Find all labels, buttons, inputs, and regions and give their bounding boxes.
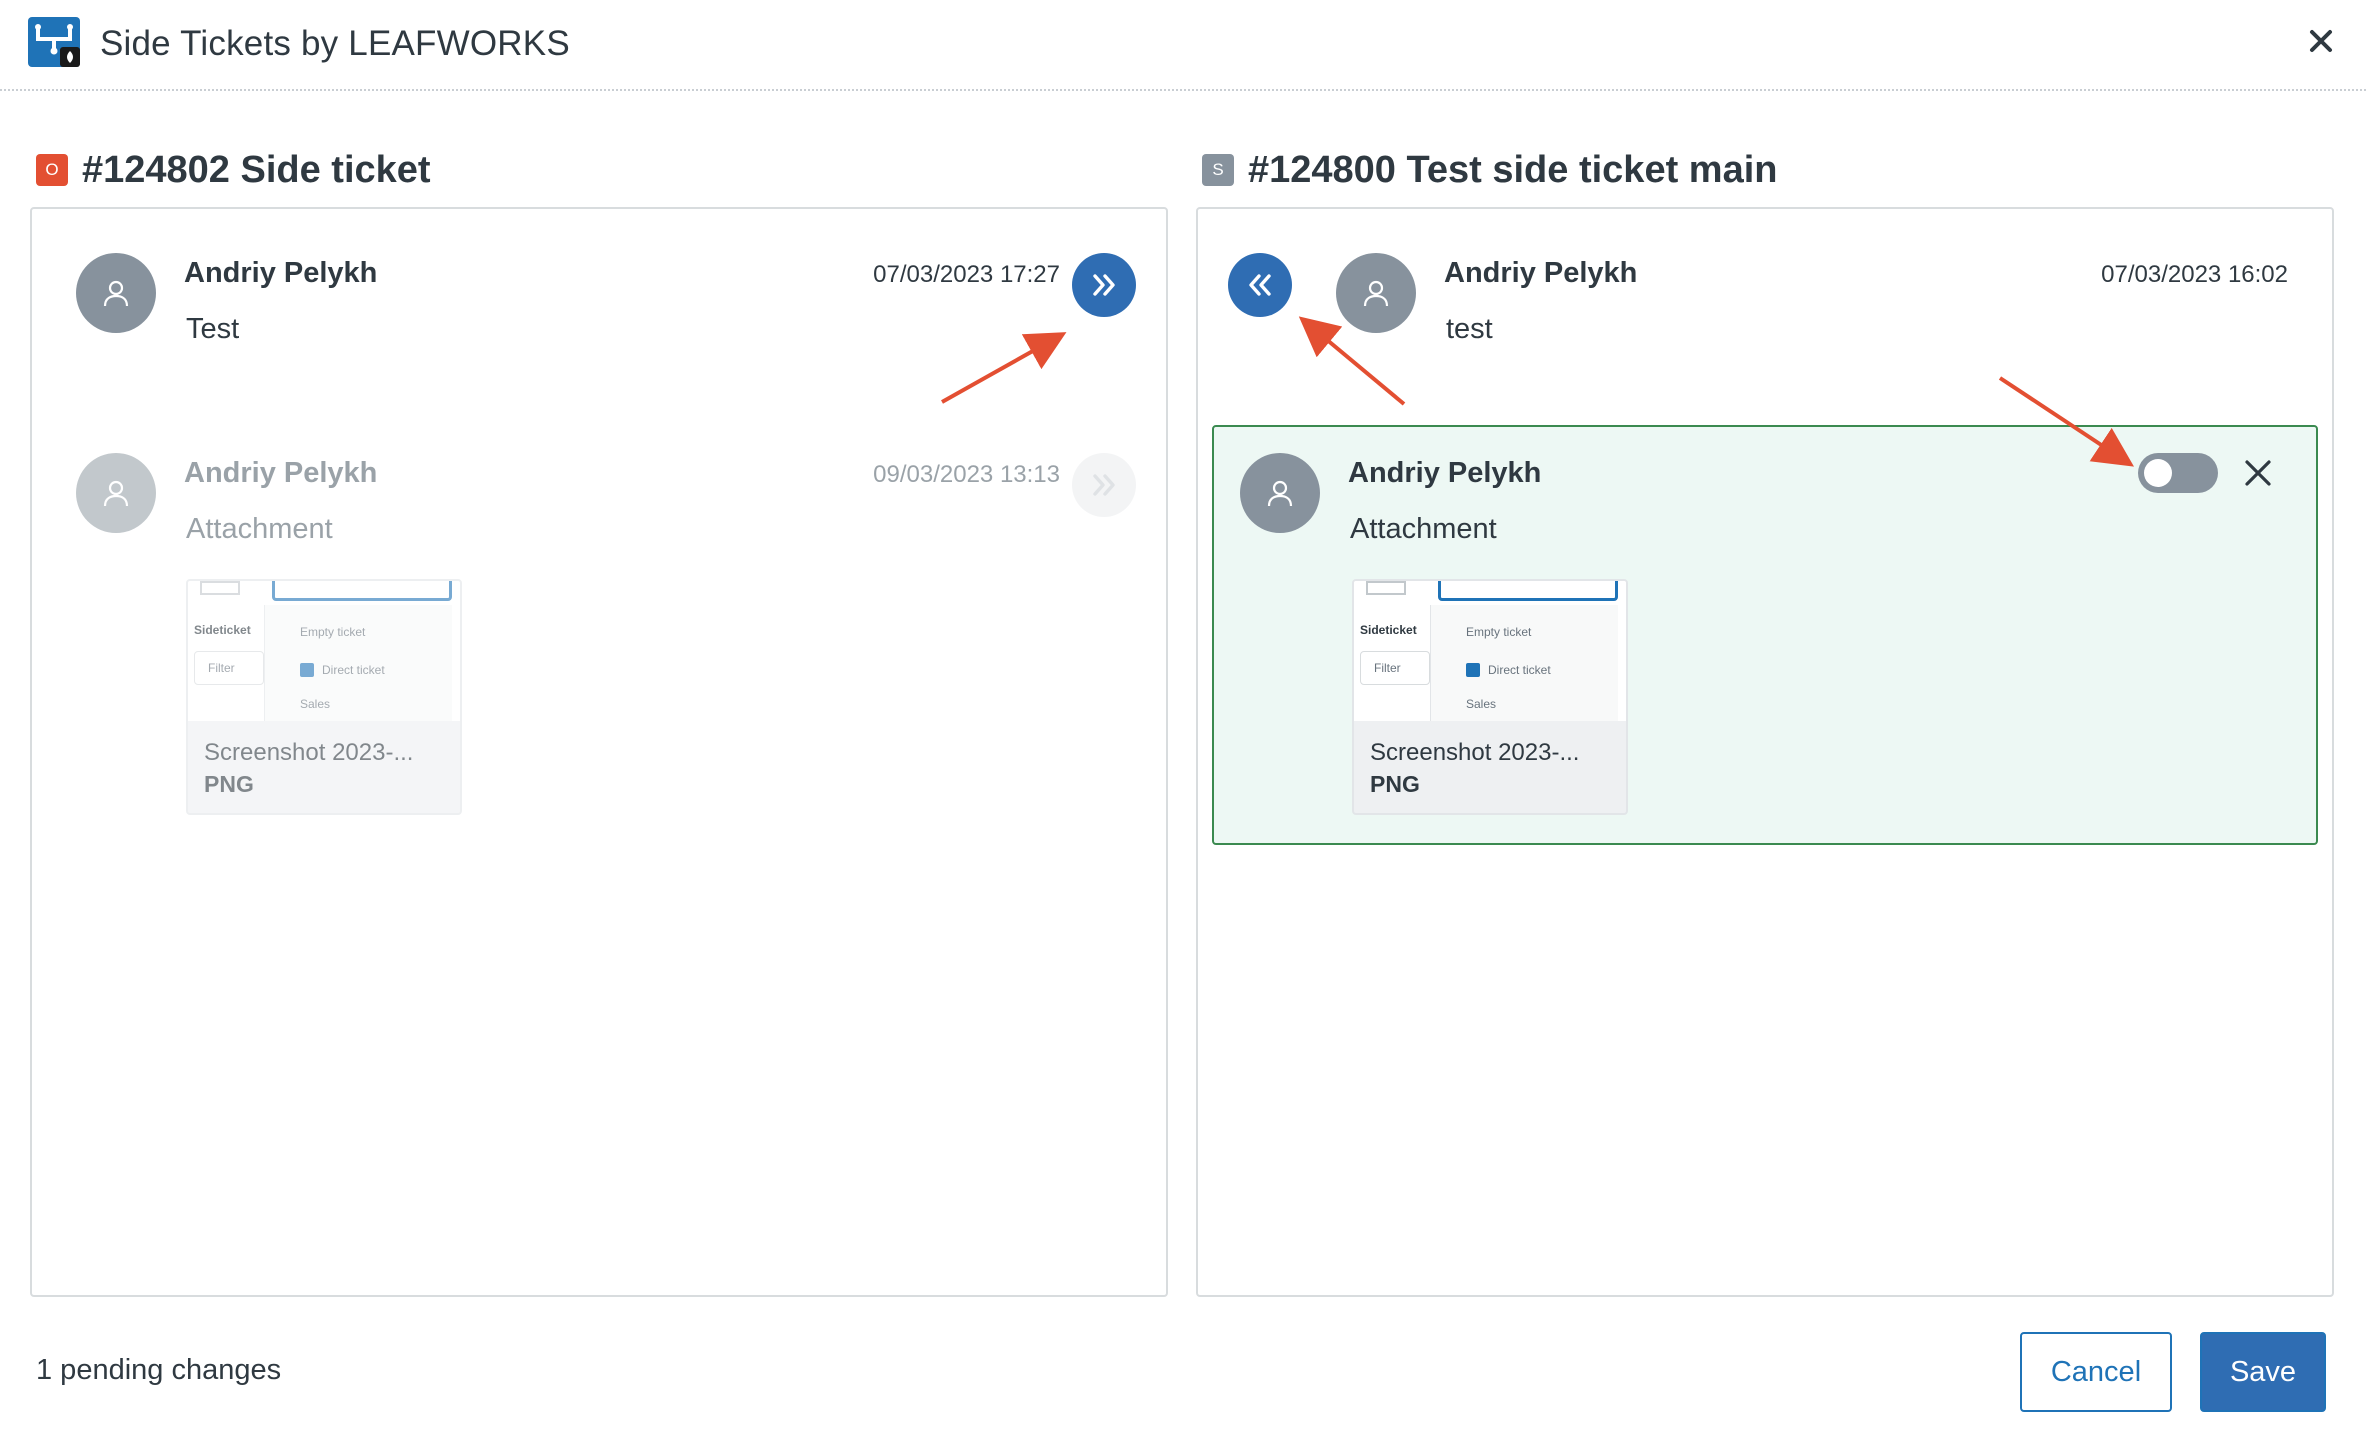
modal-header: Side Tickets by LEAFWORKS [0,0,2366,91]
comment-body: Test [186,313,240,345]
close-icon [2310,30,2332,52]
toggle-knob [2144,459,2172,487]
comment-timestamp: 09/03/2023 13:13 [873,461,1060,488]
user-icon [103,280,129,307]
public-private-toggle[interactable] [2138,453,2218,493]
comment-timestamp: 07/03/2023 16:02 [2101,261,2288,288]
attachment-name: Screenshot 2023-... [1370,739,1580,766]
comment-author: Andriy Pelykh [1444,257,1638,289]
left-ticket-title[interactable]: #124802 Side ticket [82,149,431,192]
attachment-thumbnail: Sideticket Filter Empty ticket Direct ti… [1354,581,1626,721]
move-to-main-button-disabled [1072,453,1136,517]
cancel-button[interactable]: Cancel [2020,1332,2172,1412]
close-icon [2245,460,2271,486]
attachment-type: PNG [1370,771,1420,797]
comment-author: Andriy Pelykh [184,257,378,289]
user-icon [1363,280,1389,307]
right-ticket-comments: Andriy Pelykh 07/03/2023 16:02 test Andr… [1196,207,2334,1297]
attachment-card[interactable]: Sideticket Filter Empty ticket Direct ti… [1352,579,1628,815]
pending-changes-text: 1 pending changes [36,1354,282,1386]
app-logo [28,17,80,67]
avatar [1240,453,1320,533]
moved-comment-highlight: Andriy Pelykh Attachment Sideticket Filt… [1212,425,2318,845]
attachment-thumbnail: Sideticket Filter Empty ticket Direct ti… [188,581,460,721]
comment-author: Andriy Pelykh [1348,457,1542,489]
left-ticket-heading: O #124802 Side ticket [36,145,431,195]
save-button[interactable]: Save [2200,1332,2326,1412]
move-to-side-button[interactable] [1228,253,1292,317]
user-icon [1267,480,1293,507]
close-modal-button[interactable] [2300,20,2342,62]
right-ticket-title[interactable]: #124800 Test side ticket main [1248,149,1777,192]
comment-body: Attachment [186,513,333,545]
right-ticket-heading: S #124800 Test side ticket main [1202,145,1777,195]
status-badge-solved: S [1202,154,1234,186]
comment-timestamp: 07/03/2023 17:27 [873,261,1060,288]
move-to-main-button[interactable] [1072,253,1136,317]
avatar [76,453,156,533]
comment-author: Andriy Pelykh [184,457,378,489]
comment-body: test [1446,313,1493,345]
status-badge-open: O [36,154,68,186]
remove-comment-button[interactable] [2238,453,2278,493]
side-tickets-icon [35,24,80,67]
user-icon [103,480,129,507]
chevrons-right-icon [1093,474,1115,496]
app-title: Side Tickets by LEAFWORKS [100,24,570,63]
avatar [76,253,156,333]
attachment-type: PNG [204,771,254,797]
chevrons-right-icon [1093,274,1115,296]
attachment-name: Screenshot 2023-... [204,739,414,766]
chevrons-left-icon [1249,274,1271,296]
comment-body: Attachment [1350,513,1497,545]
attachment-card[interactable]: Sideticket Filter Empty ticket Direct ti… [186,579,462,815]
avatar [1336,253,1416,333]
left-ticket-comments: Andriy Pelykh 07/03/2023 17:27 Test Andr… [30,207,1168,1297]
